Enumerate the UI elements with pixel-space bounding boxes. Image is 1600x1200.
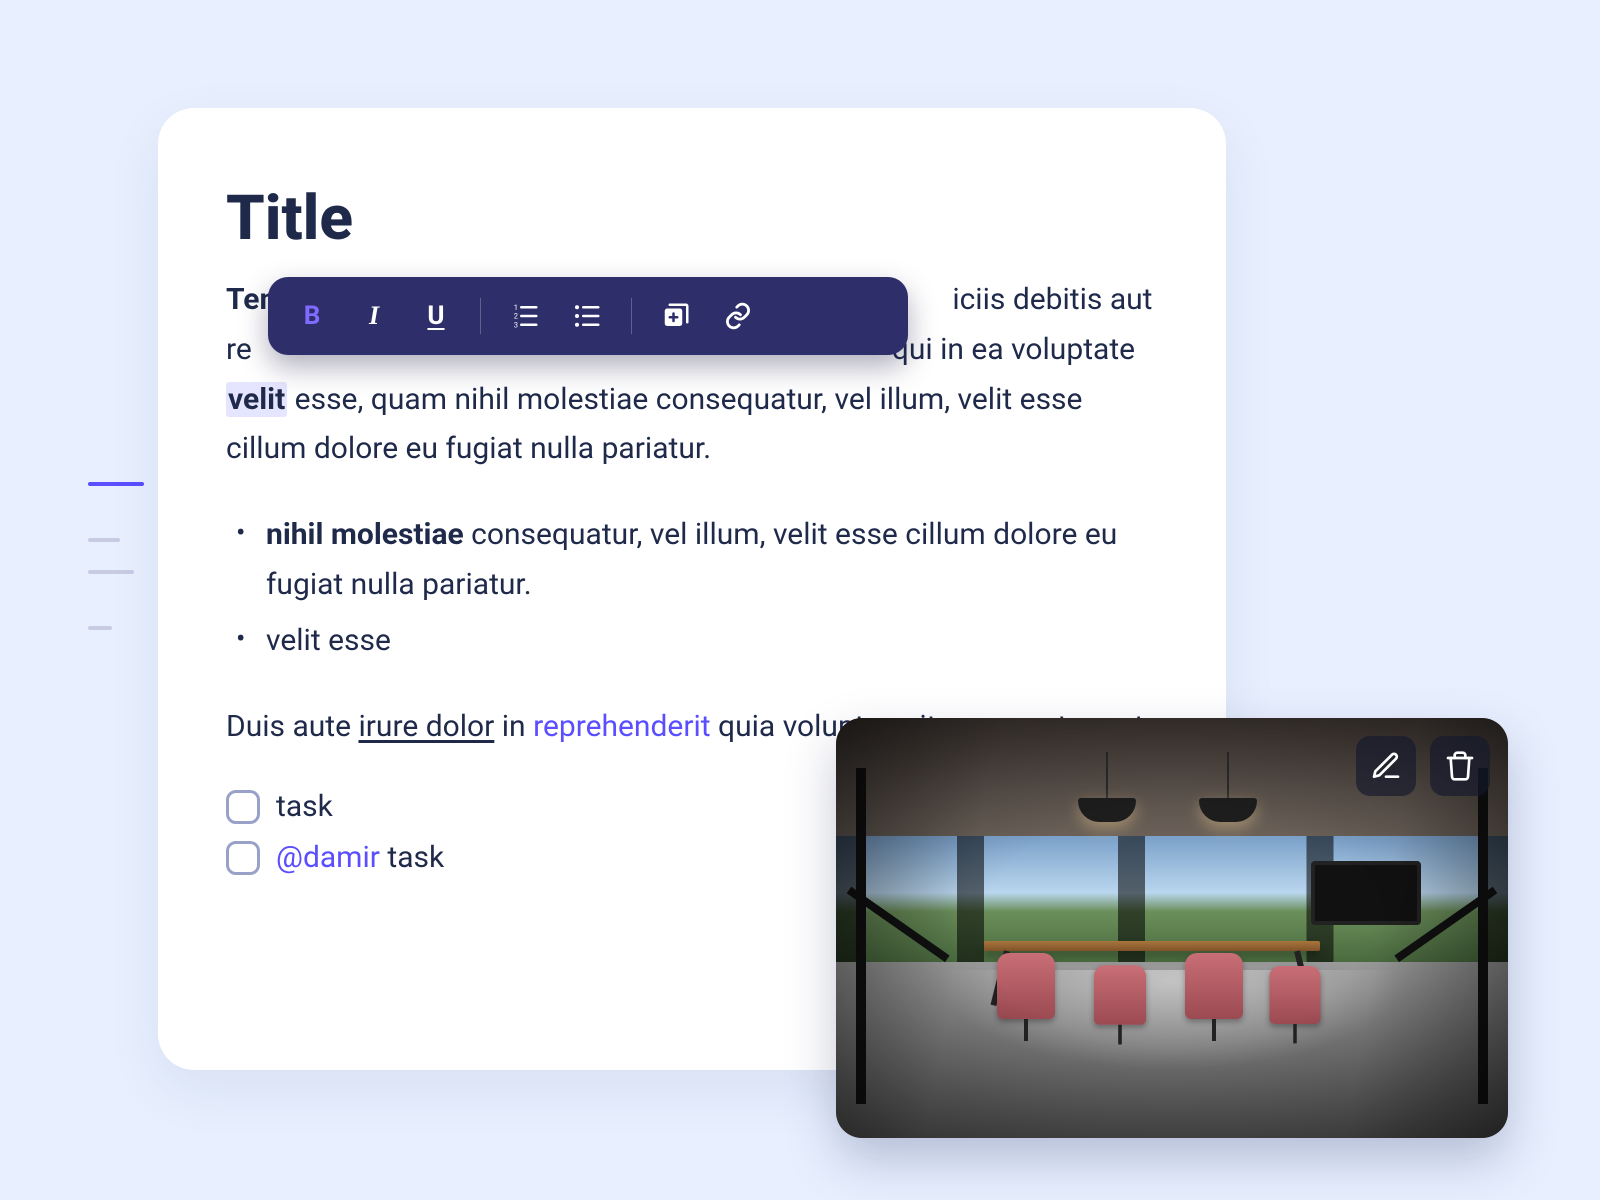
outline-line-active[interactable] [88, 482, 144, 486]
image-attachment[interactable] [836, 718, 1508, 1138]
body-text: esse, quam nihil molestiae consequatur, … [226, 382, 1082, 467]
task-checkbox[interactable] [226, 841, 260, 875]
italic-button[interactable]: I [350, 292, 398, 340]
body-text: in [494, 709, 533, 744]
edit-image-button[interactable] [1356, 736, 1416, 796]
task-label: task [276, 789, 333, 824]
underline-button[interactable]: U [412, 292, 460, 340]
image-actions [1356, 736, 1490, 796]
bold-button[interactable]: B [288, 292, 336, 340]
list-item[interactable]: velit esse [226, 616, 1158, 666]
body-text: qui in ea voluptate [892, 332, 1135, 367]
highlighted-text: velit [226, 382, 287, 417]
svg-text:3: 3 [514, 320, 518, 329]
list-item[interactable]: nihil molestiae consequatur, vel illum, … [226, 510, 1158, 610]
unordered-list-button[interactable] [563, 292, 611, 340]
bulleted-list[interactable]: nihil molestiae consequatur, vel illum, … [226, 510, 1158, 665]
task-label: task [380, 840, 444, 875]
svg-text:1: 1 [514, 303, 518, 312]
mention[interactable]: @damir [276, 840, 380, 875]
outline-minimap[interactable] [88, 482, 144, 630]
ordered-list-button[interactable]: 1 2 3 [501, 292, 549, 340]
link-text[interactable]: reprehenderit [533, 709, 711, 744]
task-checkbox[interactable] [226, 790, 260, 824]
body-text: Duis aute [226, 709, 358, 744]
svg-text:2: 2 [514, 312, 518, 321]
toolbar-divider [631, 298, 632, 334]
delete-image-button[interactable] [1430, 736, 1490, 796]
add-block-button[interactable] [652, 292, 700, 340]
toolbar-divider [480, 298, 481, 334]
document-title[interactable]: Title [226, 182, 1158, 255]
bold-text: nihil molestiae [266, 517, 464, 552]
outline-line[interactable] [88, 626, 112, 630]
underlined-text: irure dolor [358, 709, 494, 744]
outline-line[interactable] [88, 570, 134, 574]
body-text: velit esse [266, 623, 391, 658]
formatting-toolbar: B I U 1 2 3 [268, 277, 908, 355]
outline-line[interactable] [88, 538, 120, 542]
link-button[interactable] [714, 292, 762, 340]
